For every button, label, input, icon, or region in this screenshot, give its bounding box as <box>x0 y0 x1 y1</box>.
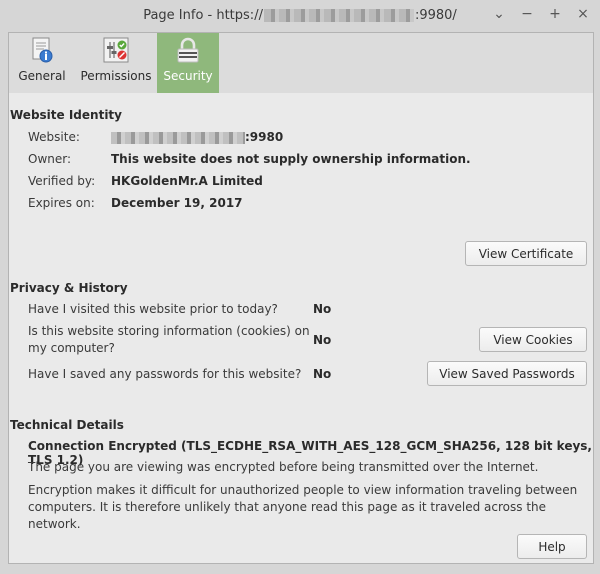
tab-general[interactable]: General <box>9 33 75 93</box>
expires-label: Expires on: <box>28 196 95 210</box>
close-button[interactable]: × <box>576 5 590 23</box>
passwords-answer: No <box>313 367 332 381</box>
section-website-identity: Website Identity <box>10 108 122 122</box>
minimize-button[interactable]: − <box>520 5 534 23</box>
view-certificate-button[interactable]: View Certificate <box>465 241 587 266</box>
title-suffix: :9980/ <box>414 7 457 23</box>
page-icon <box>32 37 53 63</box>
maximize-button[interactable]: + <box>548 5 562 23</box>
window-title: Page Info - https:// :9980/ <box>143 8 457 23</box>
cookies-question-line2: my computer? <box>28 341 115 355</box>
tab-general-label: General <box>18 69 66 83</box>
cookies-question-line1: Is this website storing information (coo… <box>28 324 310 338</box>
menu-chevron-icon[interactable]: ⌄ <box>492 5 506 23</box>
redacted-host <box>263 8 414 22</box>
verified-label: Verified by: <box>28 174 96 188</box>
lock-icon <box>177 37 199 63</box>
page-info-window: Page Info - https:// :9980/ ⌄ − + × Gener… <box>0 0 600 574</box>
tab-security[interactable]: Security <box>157 33 219 93</box>
section-privacy-history: Privacy & History <box>10 281 128 295</box>
owner-label: Owner: <box>28 152 72 166</box>
tab-permissions[interactable]: Permissions <box>75 33 157 93</box>
verified-value: HKGoldenMr.A Limited <box>111 174 263 188</box>
website-port: :9980 <box>245 130 284 144</box>
tab-security-label: Security <box>163 69 213 83</box>
encryption-info-1: The page you are viewing was encrypted b… <box>28 460 539 474</box>
view-cookies-button[interactable]: View Cookies <box>479 327 587 352</box>
section-technical-details: Technical Details <box>10 418 124 432</box>
visited-answer: No <box>313 302 332 316</box>
view-saved-passwords-button[interactable]: View Saved Passwords <box>427 361 587 386</box>
redacted-host <box>111 131 245 144</box>
title-bar[interactable]: Page Info - https:// :9980/ ⌄ − + × <box>0 0 600 30</box>
cookies-answer: No <box>313 333 332 347</box>
encryption-info-2-line1: Encryption makes it difficult for unauth… <box>28 483 578 497</box>
website-value: :9980 <box>111 130 283 144</box>
security-panel: Website Identity Website: :9980 Owner: T… <box>8 93 594 564</box>
window-controls: ⌄ − + × <box>492 5 590 23</box>
expires-value: December 19, 2017 <box>111 196 243 210</box>
owner-value: This website does not supply ownership i… <box>111 152 471 166</box>
permissions-icon <box>103 37 129 63</box>
title-prefix: Page Info - https:// <box>143 7 263 23</box>
website-label: Website: <box>28 130 80 144</box>
tab-toolbar: General Permissions Security <box>8 32 594 94</box>
encryption-info-2-line2: computers. It is therefore unlikely that… <box>28 500 547 531</box>
help-button[interactable]: Help <box>517 534 587 559</box>
tab-permissions-label: Permissions <box>80 69 152 83</box>
visited-question: Have I visited this website prior to tod… <box>28 302 278 316</box>
passwords-question: Have I saved any passwords for this webs… <box>28 367 302 381</box>
